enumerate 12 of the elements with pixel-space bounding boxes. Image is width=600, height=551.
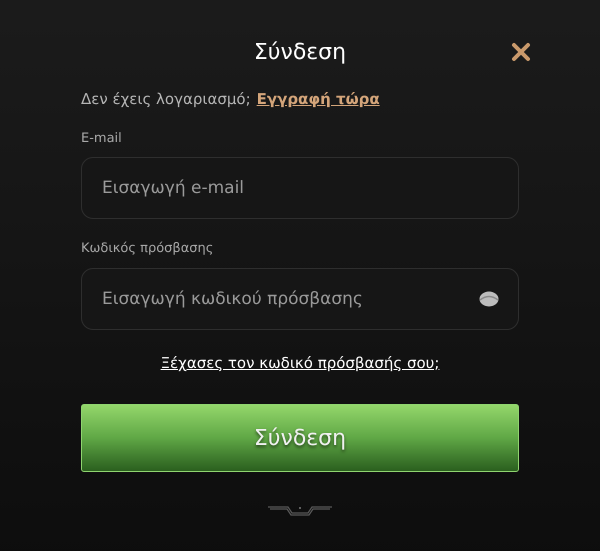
email-field[interactable]: Εισαγωγή e-mail [81,157,519,219]
signup-link[interactable]: Εγγραφή τώρα [256,88,380,110]
field-label: Κωδικός πρόσβασης [81,240,214,258]
dialog-title: Σύνδεση [254,38,346,66]
close-button[interactable] [509,40,533,64]
close-icon [511,42,531,62]
forgot-password-link[interactable]: Ξέχασες τον κωδικό πρόσβασής σου; [160,352,440,374]
ornament-divider-icon [268,504,332,516]
signup-prompt: Δεν έχεις λογαριασμό; [81,89,251,110]
field-label: E-mail [81,130,123,148]
eye-icon[interactable] [479,290,499,306]
password-field[interactable]: Εισαγωγή κωδικού πρόσβασης [81,268,519,330]
